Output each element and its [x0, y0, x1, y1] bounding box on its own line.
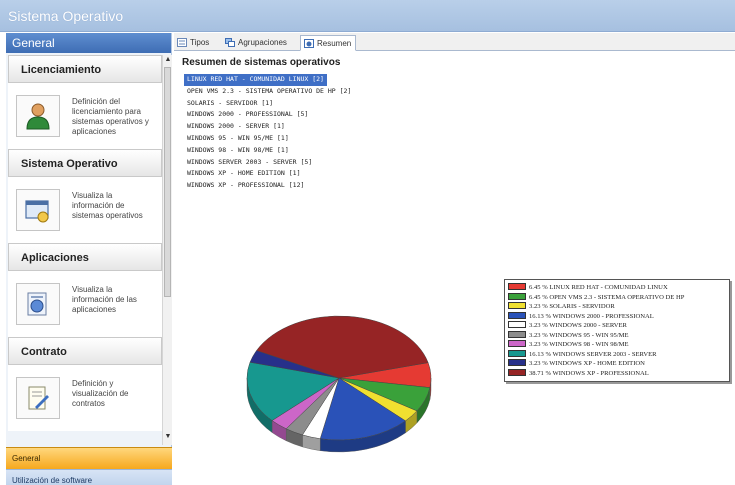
- legend-swatch: [508, 330, 526, 338]
- section-aplicaciones[interactable]: Visualiza la información de las aplicaci…: [8, 271, 162, 337]
- legend-swatch: [508, 302, 526, 309]
- os-list-item[interactable]: WINDOWS 2000 - PROFESSIONAL [5]: [184, 109, 354, 121]
- os-list-item[interactable]: WINDOWS XP - HOME EDITION [1]: [184, 168, 354, 180]
- nav-general-button[interactable]: General: [6, 447, 172, 469]
- sidebar-sections: Licenciamiento Definición del licenciami…: [8, 55, 162, 445]
- legend-label: 16.13 % WINDOWS 2000 - PROFESSIONAL: [529, 312, 654, 320]
- tab-resumen-label: Resumen: [317, 39, 352, 48]
- legend-label: 3.23 % WINDOWS 95 - WIN 95/ME: [529, 331, 629, 339]
- section-aplicaciones-header[interactable]: Aplicaciones: [8, 243, 162, 271]
- section-licenciamiento-header[interactable]: Licenciamiento: [8, 55, 162, 83]
- section-contrato-header[interactable]: Contrato: [8, 337, 162, 365]
- page-title: Resumen de sistemas operativos: [182, 57, 341, 68]
- legend-entry: 3.23 % WINDOWS 95 - WIN 95/ME: [508, 330, 726, 341]
- legend-label: 16.13 % WINDOWS SERVER 2003 - SERVER: [529, 350, 657, 358]
- tab-resumen[interactable]: Resumen: [300, 35, 357, 51]
- legend-entry: 6.45 % LINUX RED HAT - COMUNIDAD LINUX: [508, 283, 726, 293]
- section-licenciamiento-desc: Definición del licenciamiento para siste…: [72, 97, 149, 136]
- os-list-item[interactable]: WINDOWS 2000 - SERVER [1]: [184, 121, 354, 133]
- os-list-item[interactable]: SOLARIS - SERVIDOR [1]: [184, 98, 354, 110]
- applications-icon[interactable]: [16, 283, 60, 325]
- section-sistema-operativo-header[interactable]: Sistema Operativo: [8, 149, 162, 177]
- section-contrato-desc: Definición y visualización de contratos: [72, 379, 129, 408]
- os-list-item[interactable]: WINDOWS SERVER 2003 - SERVER [5]: [184, 157, 354, 169]
- legend-swatch: [508, 349, 526, 357]
- contract-icon[interactable]: [16, 377, 60, 419]
- os-window-icon[interactable]: [16, 189, 60, 231]
- legend-label: 3.23 % WINDOWS 98 - WIN 98/ME: [529, 341, 629, 348]
- window-title: Sistema Operativo: [8, 8, 124, 24]
- groups-icon: [225, 38, 235, 47]
- section-aplicaciones-desc: Visualiza la información de las aplicaci…: [72, 285, 137, 314]
- tab-tipos-label: Tipos: [190, 38, 210, 47]
- legend-label: 3.23 % WINDOWS XP - HOME EDITION: [529, 360, 645, 367]
- scroll-down-icon[interactable]: ▼: [164, 433, 172, 443]
- os-list-item[interactable]: OPEN VMS 2.3 - SISTEMA OPERATIVO DE HP […: [184, 86, 354, 98]
- legend-entry: 6.45 % OPEN VMS 2.3 - SISTEMA OPERATIVO …: [508, 292, 726, 303]
- os-list-item[interactable]: LINUX RED HAT - COMUNIDAD LINUX [2]: [184, 74, 327, 86]
- sidebar: General Licenciamiento Definición del li…: [6, 33, 172, 485]
- os-pie-chart: [246, 315, 432, 453]
- legend-swatch: [508, 283, 526, 290]
- legend-entry: 3.23 % WINDOWS 98 - WIN 98/ME: [508, 340, 726, 350]
- legend-entry: 3.23 % SOLARIS - SERVIDOR: [508, 302, 726, 312]
- summary-icon: [304, 39, 314, 48]
- os-list-item[interactable]: WINDOWS 95 - WIN 95/ME [1]: [184, 133, 354, 145]
- os-list: LINUX RED HAT - COMUNIDAD LINUX [2] OPEN…: [184, 74, 354, 192]
- section-sistema-operativo-desc: Visualiza la información de sistemas ope…: [72, 191, 143, 220]
- section-licenciamiento[interactable]: Definición del licenciamiento para siste…: [8, 83, 162, 149]
- legend-entry: 38.71 % WINDOWS XP - PROFESSIONAL: [508, 368, 726, 379]
- legend-label: 38.71 % WINDOWS XP - PROFESSIONAL: [529, 369, 649, 377]
- legend-swatch: [508, 340, 526, 347]
- os-list-item[interactable]: WINDOWS 98 - WIN 98/ME [1]: [184, 145, 354, 157]
- sidebar-scrollbar[interactable]: ▲ ▼: [162, 55, 172, 445]
- legend-entry: 16.13 % WINDOWS SERVER 2003 - SERVER: [508, 349, 726, 360]
- os-list-item[interactable]: WINDOWS XP - PROFESSIONAL [12]: [184, 180, 354, 192]
- legend-entry: 3.23 % WINDOWS 2000 - SERVER: [508, 321, 726, 331]
- tab-agrupaciones[interactable]: Agrupaciones: [222, 35, 291, 51]
- legend-swatch: [508, 321, 526, 328]
- legend-label: 6.45 % LINUX RED HAT - COMUNIDAD LINUX: [529, 284, 668, 291]
- types-icon: [177, 38, 187, 47]
- legend-entry: 16.13 % WINDOWS 2000 - PROFESSIONAL: [508, 311, 726, 322]
- section-sistema-operativo[interactable]: Visualiza la información de sistemas ope…: [8, 177, 162, 243]
- legend-swatch: [508, 368, 526, 376]
- window-titlebar: Sistema Operativo: [0, 0, 735, 32]
- legend-swatch: [508, 359, 526, 366]
- scroll-up-icon[interactable]: ▲: [164, 56, 172, 66]
- legend-label: 3.23 % SOLARIS - SERVIDOR: [529, 303, 615, 310]
- sidebar-header: General: [6, 33, 171, 53]
- scrollbar-thumb[interactable]: [164, 67, 171, 297]
- chart-legend: 6.45 % LINUX RED HAT - COMUNIDAD LINUX 6.…: [504, 279, 730, 382]
- tab-bar: Tipos Agrupaciones Resumen: [174, 33, 735, 51]
- nav-utilizacion-software-button[interactable]: Utilización de software: [6, 469, 172, 485]
- tab-tipos[interactable]: Tipos: [174, 35, 213, 51]
- legend-label: 6.45 % OPEN VMS 2.3 - SISTEMA OPERATIVO …: [529, 293, 685, 301]
- section-contrato[interactable]: Definición y visualización de contratos: [8, 365, 162, 431]
- legend-label: 3.23 % WINDOWS 2000 - SERVER: [529, 322, 627, 329]
- legend-swatch: [508, 292, 526, 300]
- legend-swatch: [508, 311, 526, 319]
- user-icon[interactable]: [16, 95, 60, 137]
- legend-entry: 3.23 % WINDOWS XP - HOME EDITION: [508, 359, 726, 369]
- tab-agrupaciones-label: Agrupaciones: [238, 38, 287, 47]
